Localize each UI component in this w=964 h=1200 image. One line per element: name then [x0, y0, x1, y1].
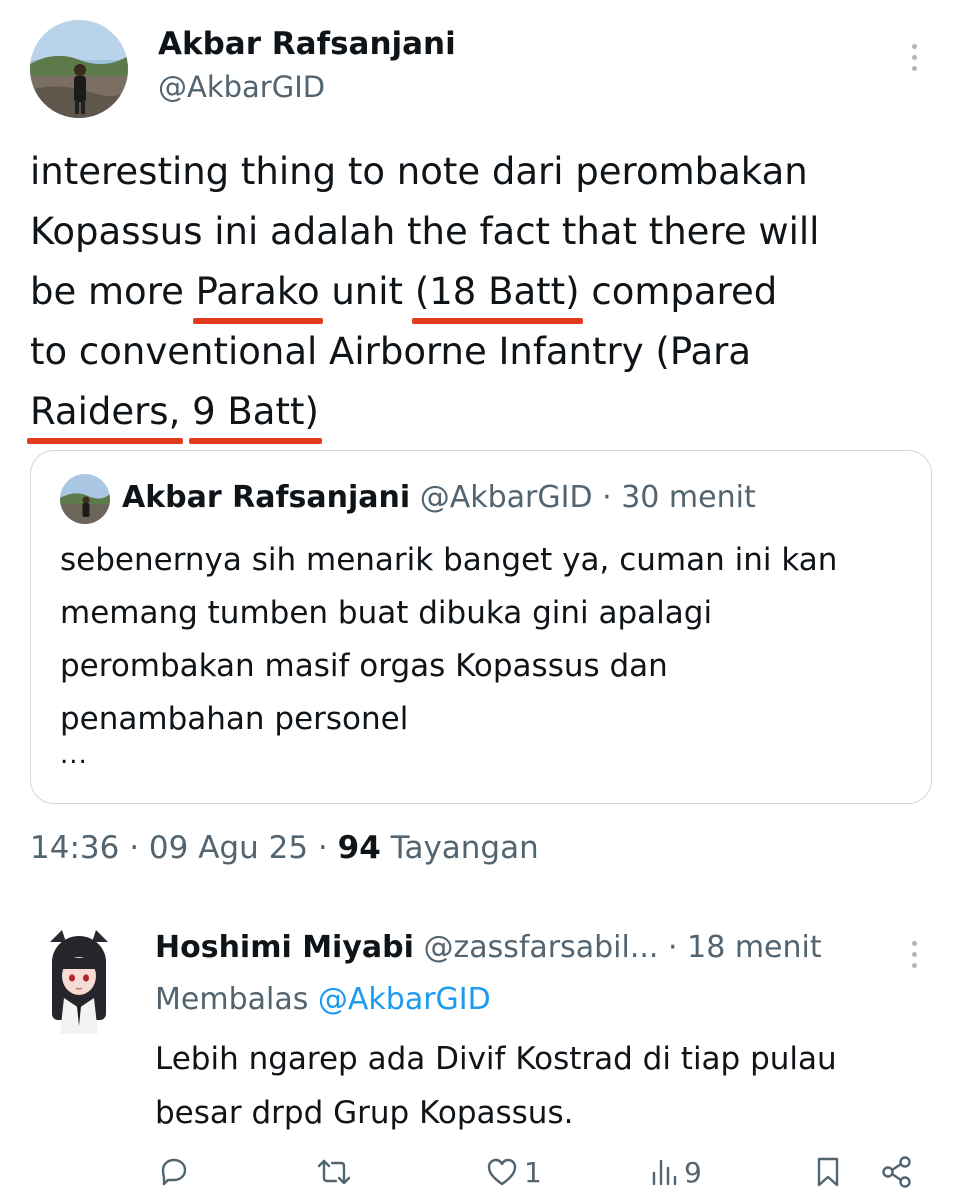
tweet-text: interesting thing to note dari perombaka…	[26, 142, 940, 444]
underlined-text: (18 Batt)	[411, 262, 583, 324]
reply-header: Hoshimi Miyabi @zassfarsabil... · 18 men…	[155, 930, 822, 965]
quote-line: penambahan personel	[60, 701, 409, 737]
tweet-line: be more Parako unit (18 Batt) compared	[30, 262, 940, 324]
author-name[interactable]: Akbar Rafsanjani	[158, 26, 456, 62]
views-icon	[652, 1159, 677, 1186]
tweet-line: Kopassus ini adalah the fact that there …	[30, 210, 820, 253]
underlined-text: 9 Batt)	[189, 382, 322, 444]
bookmark-icon	[817, 1157, 839, 1187]
quote-author-handle: @AkbarGID	[419, 480, 593, 515]
retweet-button[interactable]	[316, 1152, 352, 1192]
replying-to: Membalas @AkbarGID	[155, 982, 491, 1017]
heart-icon	[487, 1158, 517, 1186]
quote-line: sebenernya sih menarik banget ya, cuman …	[60, 542, 838, 578]
quote-text: sebenernya sih menarik banget ya, cuman …	[60, 534, 920, 746]
reply-time[interactable]: 18 menit	[687, 930, 822, 965]
quote-line: memang tumben buat dibuka gini apalagi	[60, 595, 713, 631]
author-handle[interactable]: @AkbarGID	[158, 70, 325, 104]
views-button[interactable]: 9	[650, 1152, 702, 1192]
tweet-date[interactable]: 09 Agu 25	[149, 830, 308, 866]
views-count: 94	[337, 830, 381, 866]
share-icon	[882, 1156, 911, 1188]
tweet-line: interesting thing to note dari perombaka…	[30, 150, 808, 193]
quote-author-name: Akbar Rafsanjani	[122, 480, 411, 515]
tweet-time[interactable]: 14:36	[30, 830, 119, 866]
reply-button[interactable]	[158, 1152, 190, 1192]
quote-time: 30 menit	[621, 480, 756, 515]
quote-line: perombakan masif orgas Kopassus dan	[60, 648, 668, 684]
tweet-meta: 14:36 · 09 Agu 25 · 94 Tayangan	[30, 830, 539, 866]
share-button[interactable]	[880, 1152, 914, 1192]
underlined-text: Raiders,	[26, 382, 184, 444]
more-icon[interactable]	[909, 941, 919, 974]
like-button[interactable]: 1	[486, 1152, 542, 1192]
reply-line: besar drpd Grup Kopassus.	[155, 1095, 574, 1131]
quote-header: Akbar Rafsanjani @AkbarGID · 30 menit	[122, 480, 756, 515]
bookmark-button[interactable]	[814, 1152, 842, 1192]
reply-author-avatar[interactable]	[40, 928, 118, 1034]
reply-text: Lebih ngarep ada Divif Kostrad di tiap p…	[155, 1032, 935, 1140]
like-count: 1	[524, 1155, 542, 1189]
author-avatar[interactable]	[30, 20, 128, 118]
reply-author-name[interactable]: Hoshimi Miyabi	[155, 930, 414, 965]
reply-icon	[161, 1158, 187, 1186]
retweet-icon	[317, 1159, 351, 1185]
underlined-text: Parako	[192, 262, 323, 324]
quote-ellipsis: ...	[60, 740, 88, 770]
reply-author-handle[interactable]: @zassfarsabil...	[423, 930, 658, 965]
replying-to-link[interactable]: @AkbarGID	[318, 982, 491, 1017]
views-count: 9	[684, 1155, 702, 1189]
quote-author-avatar	[60, 474, 110, 524]
reply-line: Lebih ngarep ada Divif Kostrad di tiap p…	[155, 1041, 837, 1077]
tweet-line: to conventional Airborne Infantry (Para	[30, 330, 752, 373]
tweet-line: Raiders, 9 Batt)	[26, 382, 940, 444]
more-icon[interactable]	[909, 44, 919, 77]
views-label: Tayangan	[390, 830, 539, 866]
